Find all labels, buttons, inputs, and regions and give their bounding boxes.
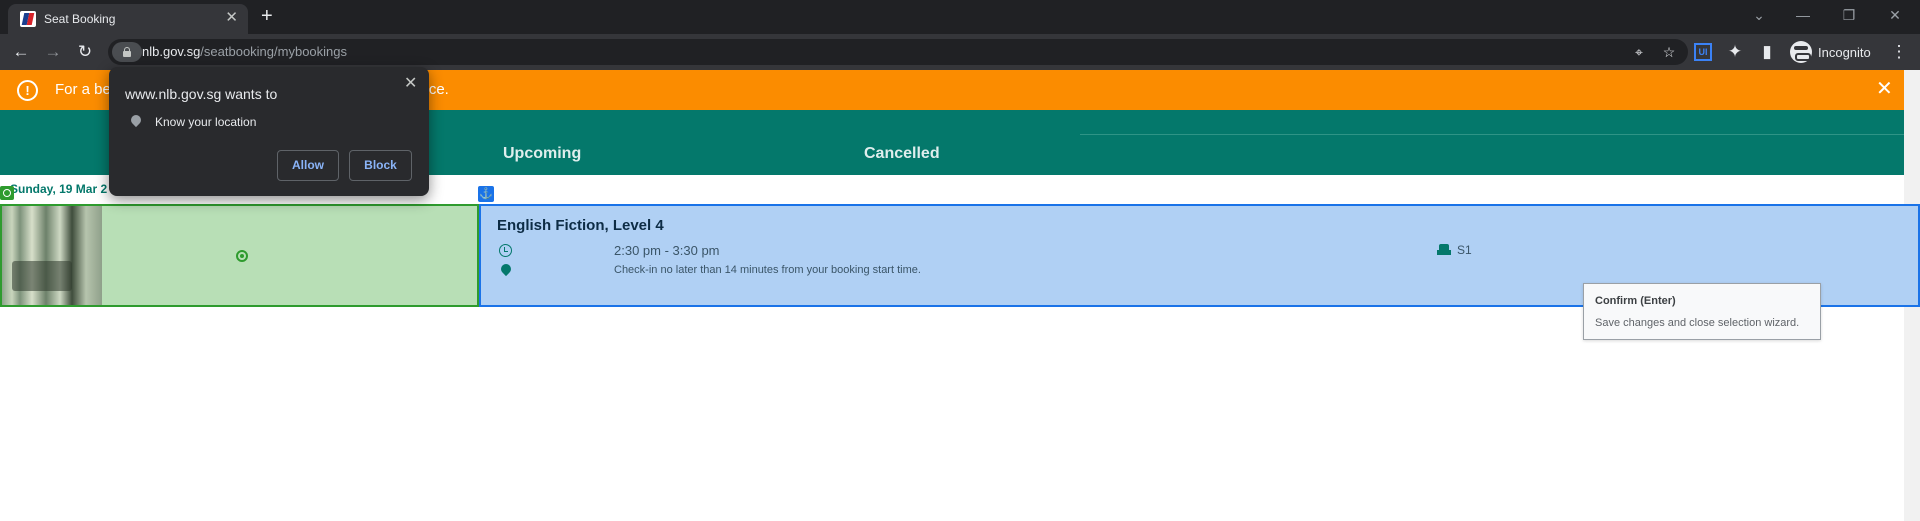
permission-close-icon[interactable]: ✕ <box>404 75 417 93</box>
seat-icon <box>1437 244 1451 256</box>
window-close-icon[interactable]: ✕ <box>1882 4 1908 26</box>
library-photo <box>2 206 102 305</box>
confirm-tooltip: Confirm (Enter) Save changes and close s… <box>1583 283 1821 340</box>
bookmark-star-icon[interactable]: ☆ <box>1660 43 1678 61</box>
browser-titlebar: Seat Booking ✕ + ⌄ — ❐ ✕ <box>0 0 1920 34</box>
allow-button[interactable]: Allow <box>277 150 339 181</box>
header-divider <box>1080 134 1904 135</box>
tab-search-icon[interactable]: ⌄ <box>1746 4 1772 26</box>
minimize-icon[interactable]: — <box>1790 4 1816 26</box>
checkin-note: Check-in no later than 14 minutes from y… <box>614 264 921 276</box>
menu-kebab-icon[interactable]: ⋮ <box>1888 42 1910 62</box>
tab-upcoming[interactable]: Upcoming <box>503 145 581 163</box>
browser-tab[interactable]: Seat Booking ✕ <box>8 4 248 34</box>
selection-target-icon <box>0 186 14 200</box>
address-bar[interactable]: nlb.gov.sg/seatbooking/mybookings ⌖ ☆ <box>108 39 1688 65</box>
site-info-button[interactable] <box>112 42 142 62</box>
incognito-icon <box>1790 41 1812 63</box>
tab-title: Seat Booking <box>44 12 116 26</box>
forward-icon[interactable]: → <box>42 42 64 62</box>
location-pin-icon <box>128 112 144 128</box>
booking-location: English Fiction, Level 4 <box>497 217 664 234</box>
ui-extension-icon[interactable]: UI <box>1694 43 1712 61</box>
nlb-favicon-icon <box>20 11 36 27</box>
location-blocked-icon[interactable]: ⌖ <box>1630 43 1648 61</box>
side-panel-icon[interactable]: ▮ <box>1756 42 1778 62</box>
location-permission-popup: www.nlb.gov.sg wants to ✕ Know your loca… <box>109 67 429 196</box>
booking-time: 2:30 pm - 3:30 pm <box>614 243 720 258</box>
banner-text-start: For a be <box>55 81 111 98</box>
tooltip-title: Confirm (Enter) <box>1595 295 1676 307</box>
browser-toolbar: ← → ↻ nlb.gov.sg/seatbooking/mybookings … <box>0 34 1920 70</box>
new-tab-icon[interactable]: + <box>261 6 273 26</box>
permission-request: Know your location <box>155 115 257 129</box>
crosshair-icon <box>236 250 248 262</box>
banner-close-icon[interactable]: ✕ <box>1876 78 1893 100</box>
extensions-puzzle-icon[interactable]: ✦ <box>1724 42 1746 62</box>
reload-icon[interactable]: ↻ <box>74 42 96 62</box>
url-host: nlb.gov.sg <box>142 44 201 59</box>
location-pin-icon <box>498 261 514 277</box>
booking-image-selection[interactable] <box>0 204 479 307</box>
tab-cancelled[interactable]: Cancelled <box>864 145 940 163</box>
clock-icon <box>499 244 512 257</box>
restore-icon[interactable]: ❐ <box>1836 4 1862 26</box>
anchor-icon[interactable]: ⚓ <box>478 186 494 202</box>
seat-number: S1 <box>1457 243 1472 257</box>
alert-circle-icon: ! <box>17 80 38 101</box>
back-icon[interactable]: ← <box>10 42 32 62</box>
url-path: /seatbooking/mybookings <box>200 44 347 59</box>
permission-title: www.nlb.gov.sg wants to <box>125 86 278 102</box>
tooltip-description: Save changes and close selection wizard. <box>1595 317 1800 329</box>
url-text: nlb.gov.sg/seatbooking/mybookings <box>142 44 347 59</box>
profile-label: Incognito <box>1818 45 1871 60</box>
booking-date: Sunday, 19 Mar 2 <box>10 182 108 196</box>
block-button[interactable]: Block <box>349 150 412 181</box>
tab-close-icon[interactable]: ✕ <box>225 10 238 26</box>
